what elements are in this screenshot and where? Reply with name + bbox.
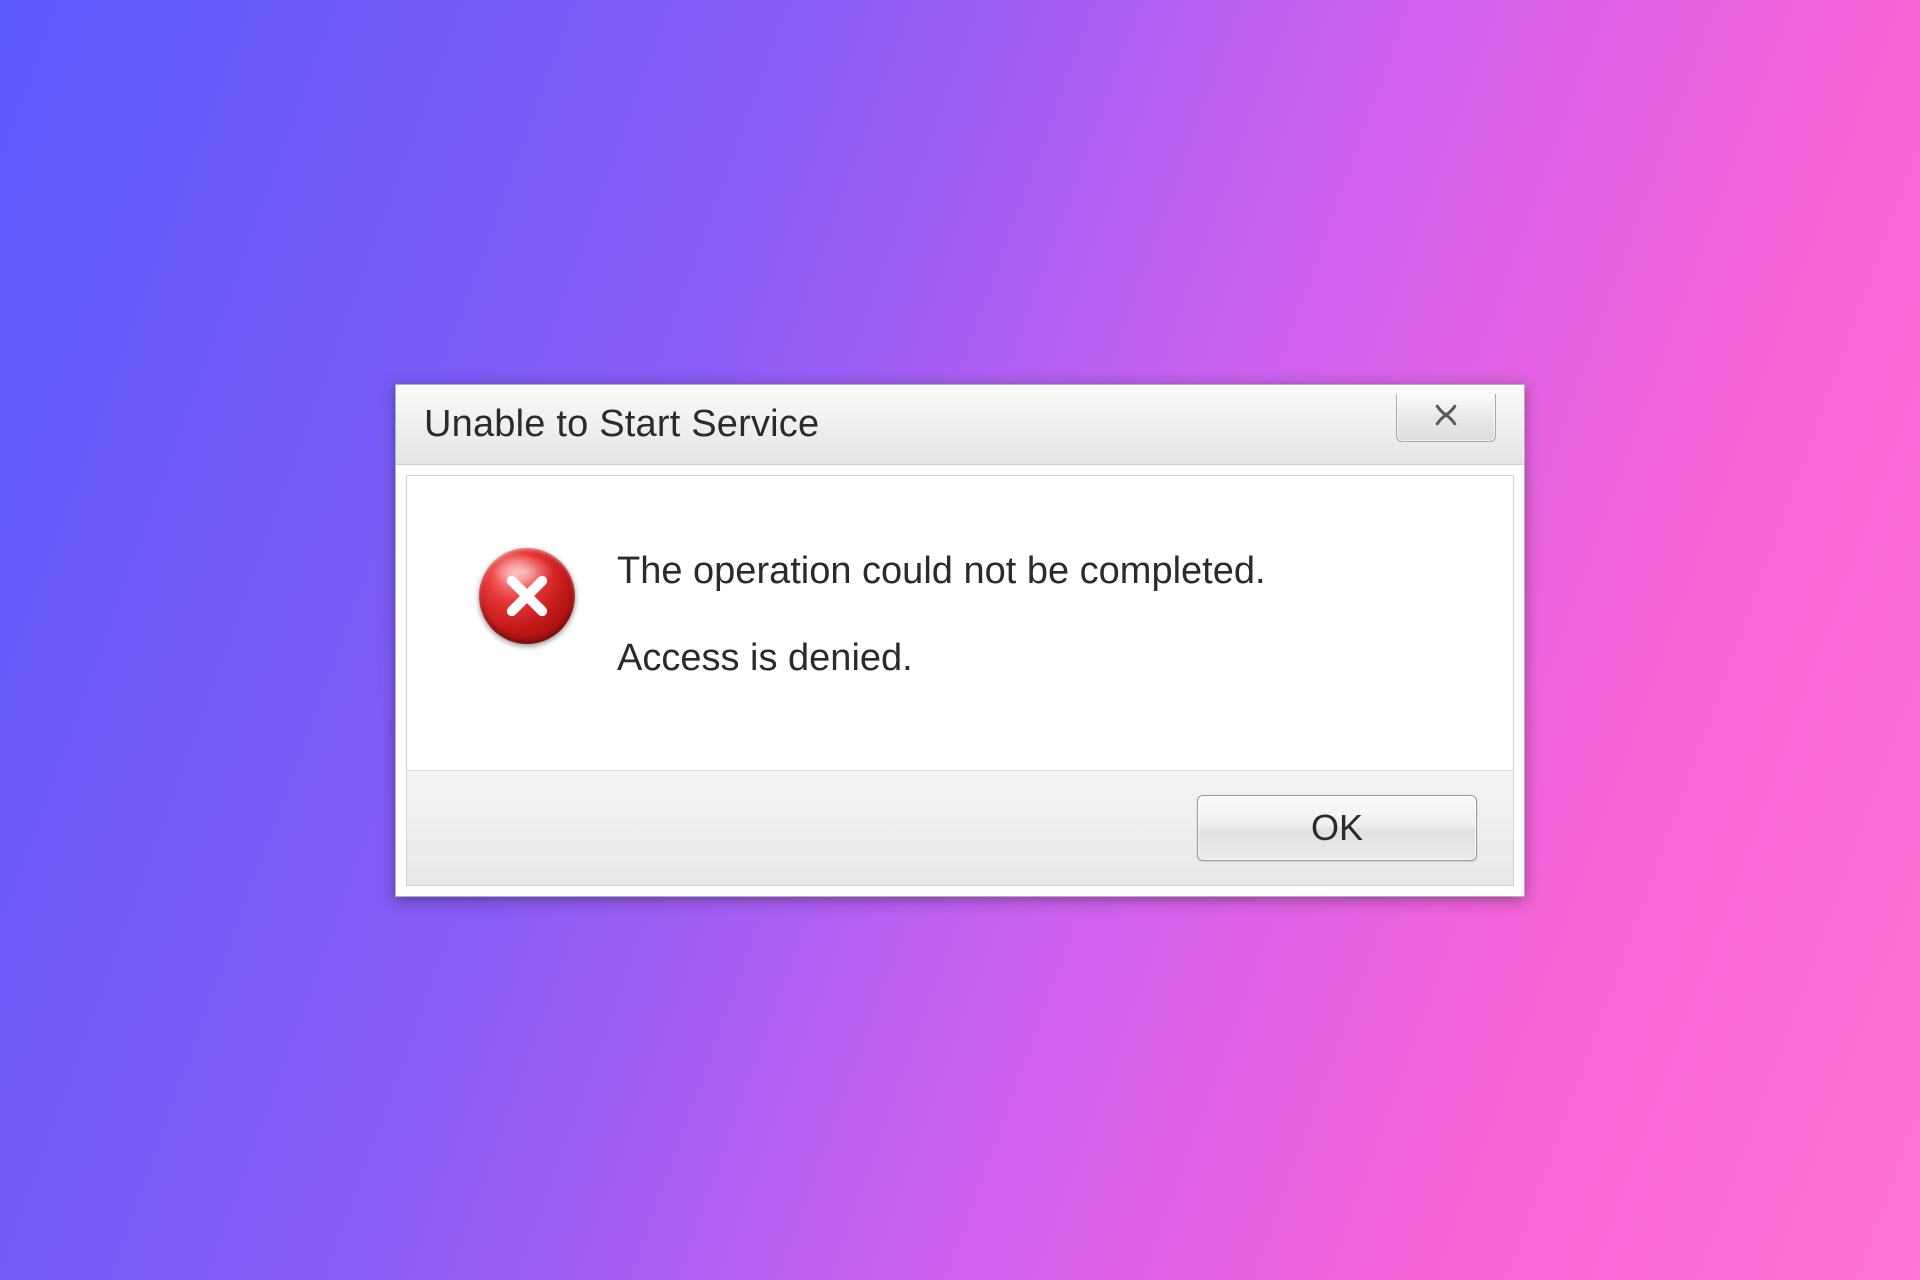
dialog-title: Unable to Start Service [424, 403, 819, 446]
message-secondary: Access is denied. [617, 637, 1266, 680]
dialog-inner-frame: The operation could not be completed. Ac… [406, 475, 1514, 886]
titlebar[interactable]: Unable to Start Service [396, 385, 1524, 465]
dialog-content: The operation could not be completed. Ac… [407, 476, 1513, 770]
close-icon [1431, 400, 1461, 435]
close-button[interactable] [1396, 394, 1496, 442]
error-dialog: Unable to Start Service The operation co… [395, 384, 1525, 897]
message-block: The operation could not be completed. Ac… [617, 546, 1266, 680]
button-bar: OK [407, 770, 1513, 885]
message-primary: The operation could not be completed. [617, 550, 1266, 593]
ok-button[interactable]: OK [1197, 795, 1477, 861]
error-icon [477, 546, 577, 646]
